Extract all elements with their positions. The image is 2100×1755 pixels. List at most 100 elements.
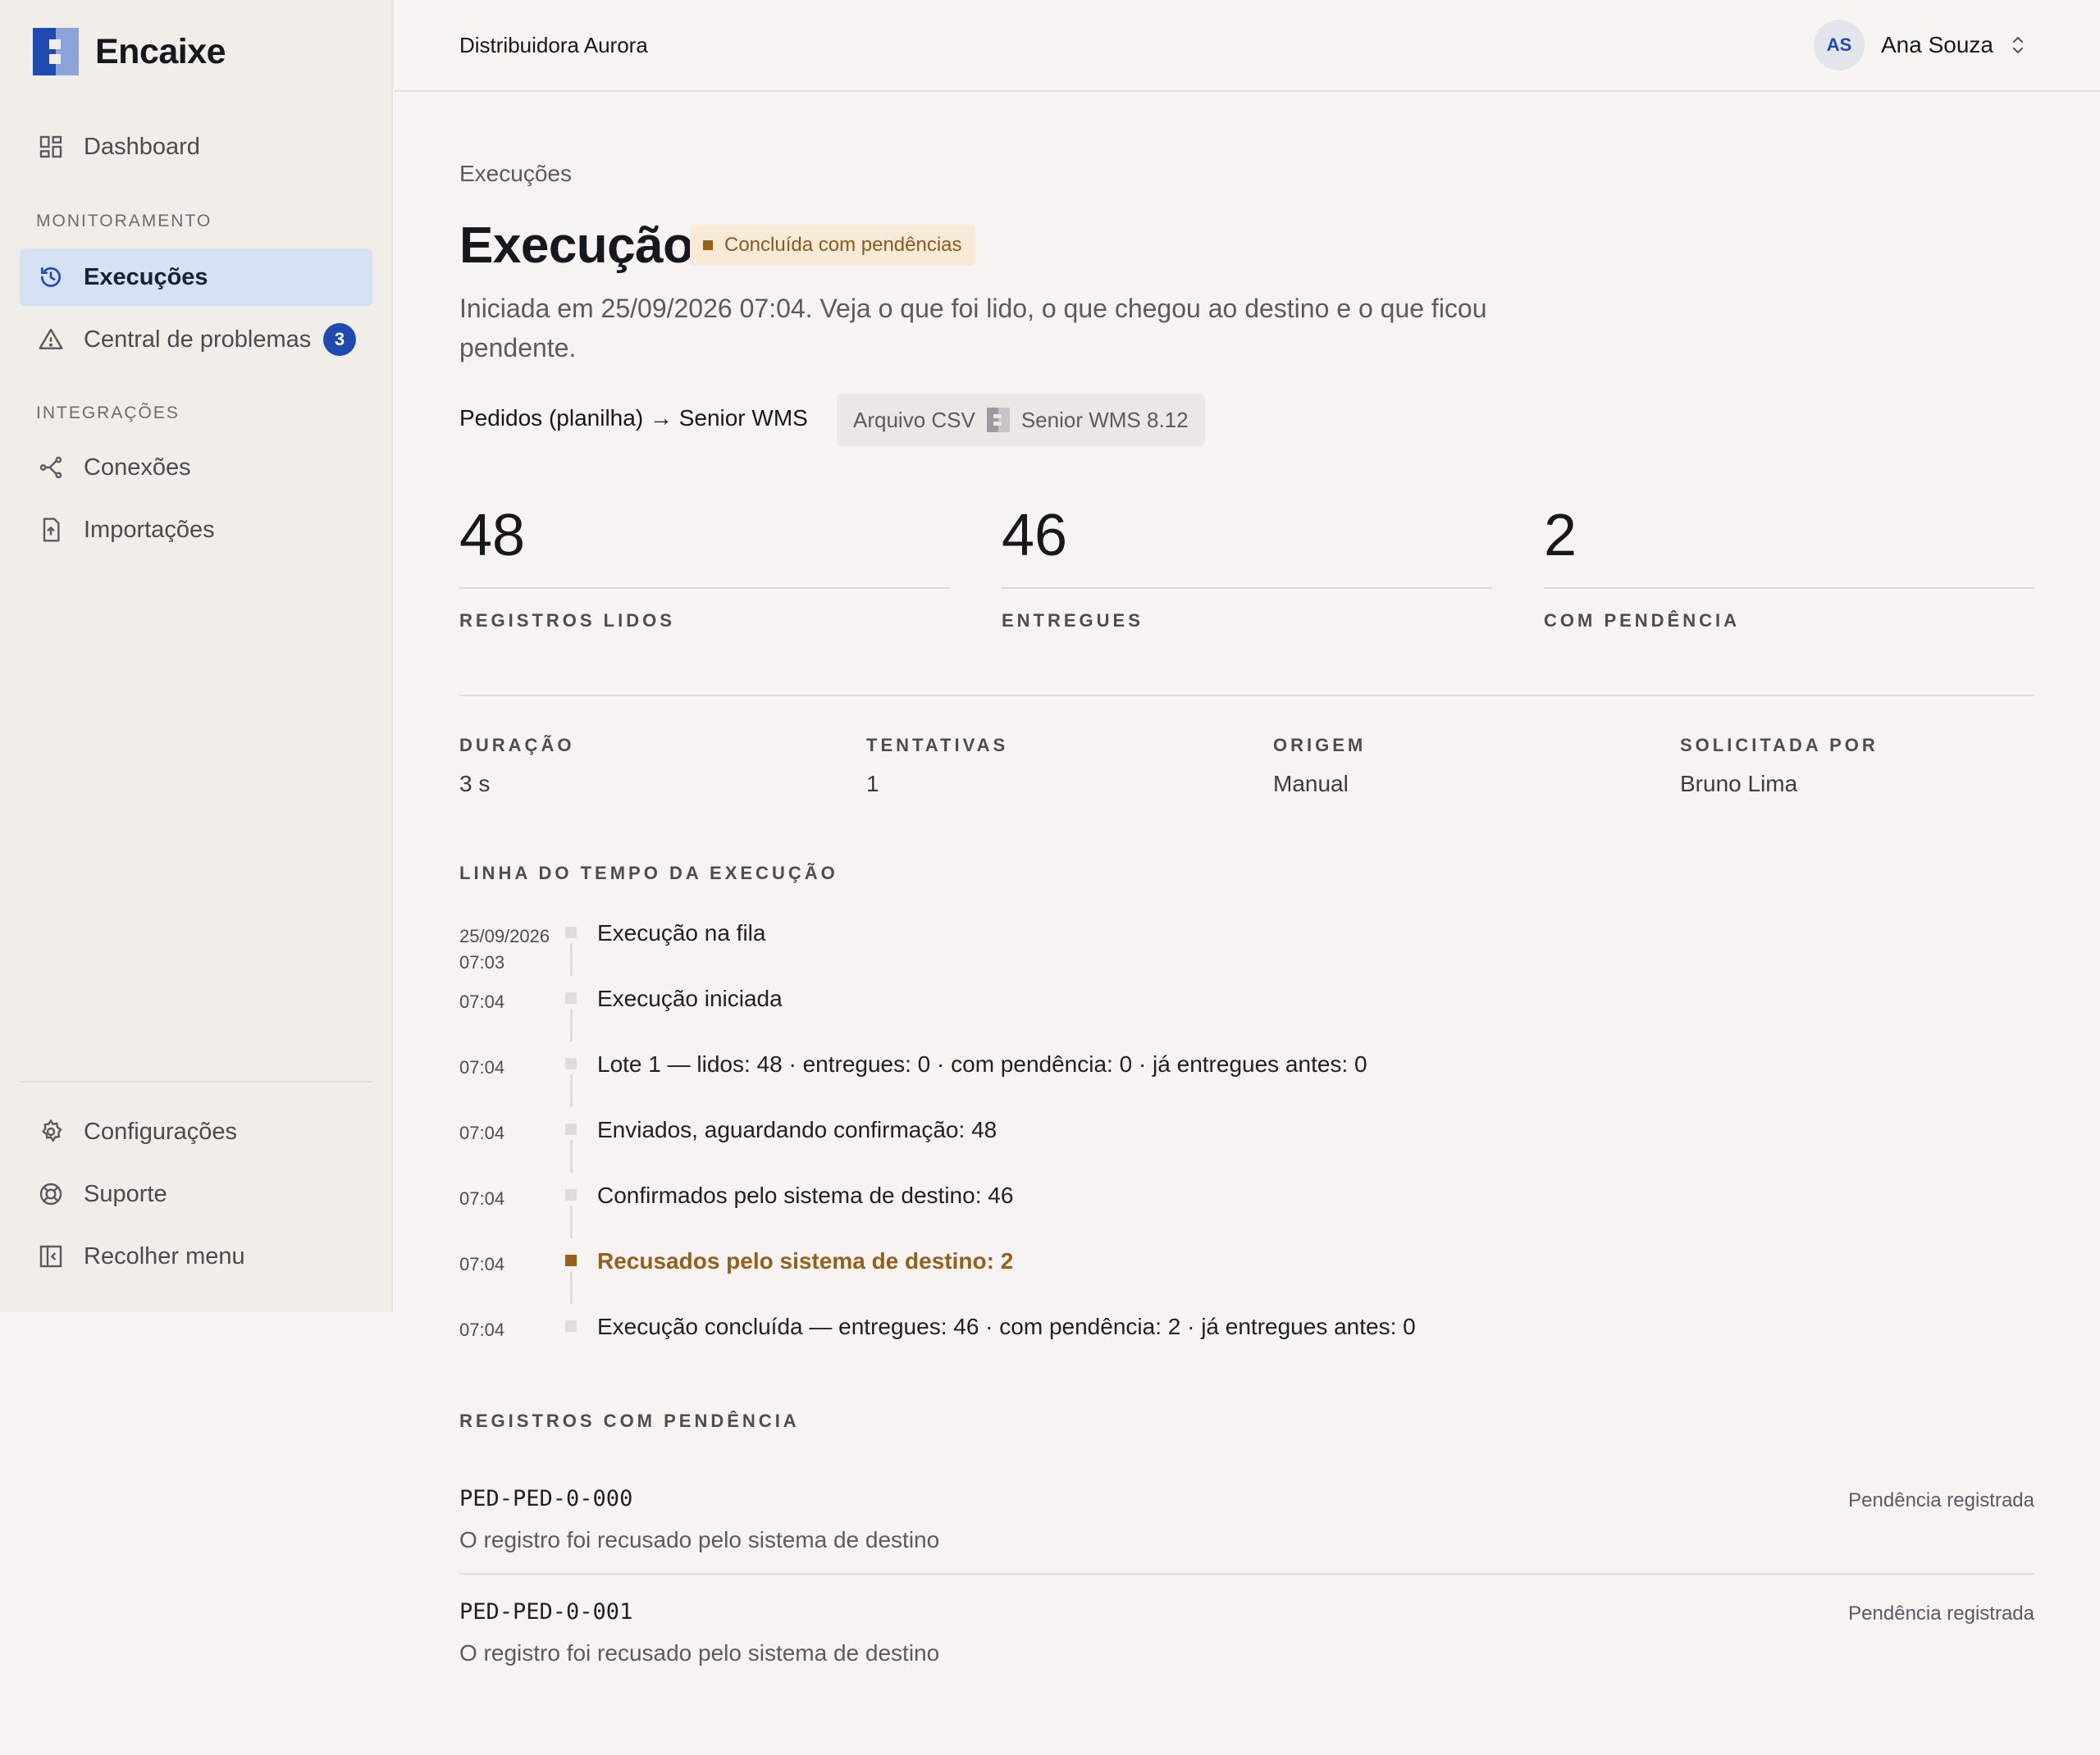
timeline-marker: [565, 927, 577, 938]
sidebar-item-problems[interactable]: Central de problemas 3: [20, 311, 372, 368]
page-title: Execução: [459, 217, 694, 274]
history-icon: [36, 262, 66, 292]
sidebar-item-label: Configurações: [84, 1118, 237, 1145]
timeline-text: Execução concluída — entregues: 46 · com…: [597, 1314, 1416, 1339]
timeline-event: 07:04 Lote 1 — lidos: 48 · entregues: 0 …: [459, 1050, 2018, 1115]
timeline-text: Lote 1 — lidos: 48 · entregues: 0 · com …: [597, 1051, 1367, 1077]
warning-icon: [36, 325, 66, 354]
record-status: Pendência registrada: [1848, 1489, 2034, 1511]
meta-value: Bruno Lima: [1680, 771, 1798, 796]
timeline-text: Recusados pelo sistema de destino: 2: [597, 1248, 1014, 1274]
status-square-icon: [703, 240, 713, 250]
sidebar-item-dashboard[interactable]: Dashboard: [20, 118, 372, 176]
timeline-marker: [565, 1320, 577, 1332]
meta-key: ORIGEM: [1273, 735, 1367, 755]
organization-name[interactable]: Distribuidora Aurora: [459, 33, 648, 58]
meta-key: DURAÇÃO: [459, 735, 575, 755]
metric-label: REGISTROS LIDOS: [459, 610, 675, 631]
sidebar-item-label: Importações: [84, 516, 215, 543]
timeline-time: 07:04: [459, 1057, 505, 1078]
metric-label: ENTREGUES: [1002, 610, 1144, 631]
meta-key: SOLICITADA POR: [1680, 735, 1879, 755]
timeline-connector: [570, 1140, 573, 1173]
timeline-text: Execução na fila: [597, 920, 766, 946]
timeline-event: 07:04 Confirmados pelo sistema de destin…: [459, 1181, 2018, 1247]
metric-value: 48: [459, 503, 526, 568]
timeline-event: 07:04 Execução iniciada: [459, 984, 2018, 1050]
timeline-marker: [565, 1058, 577, 1069]
record-id: PED-PED-0-000: [459, 1486, 633, 1511]
sidebar-section-monitoring: MONITORAMENTO: [36, 212, 212, 230]
meta-value: 3 s: [459, 771, 491, 796]
record-description: O registro foi recusado pelo sistema de …: [459, 1527, 940, 1552]
meta-value: 1: [866, 771, 879, 796]
pending-title: REGISTROS COM PENDÊNCIA: [459, 1411, 800, 1431]
metric-rule: [1544, 587, 2034, 589]
metric-read: 48 REGISTROS LIDOS: [459, 502, 950, 631]
timeline-time: 07:04: [459, 1254, 505, 1274]
sidebar-item-label: Central de problemas: [84, 326, 312, 353]
timeline-title: LINHA DO TEMPO DA EXECUÇÃO: [459, 863, 838, 883]
chevron-up-down-icon: [2012, 36, 2024, 54]
timeline-text: Confirmados pelo sistema de destino: 46: [597, 1183, 1014, 1208]
status-label: Concluída com pendências: [724, 234, 962, 256]
timeline-event: 25/09/2026 07:03 Execução na fila: [459, 919, 2018, 984]
metric-delivered: 46 ENTREGUES: [1002, 502, 1492, 631]
collapse-sidebar-icon: [36, 1242, 66, 1271]
app-logo[interactable]: Encaixe: [33, 28, 226, 75]
file-upload-icon: [36, 515, 66, 545]
timeline-marker: [565, 1124, 577, 1135]
user-name: Ana Souza: [1881, 32, 1993, 57]
timeline-marker: [565, 1189, 577, 1201]
sidebar-item-connections[interactable]: Conexões: [20, 439, 372, 496]
pending-record[interactable]: PED-PED-0-001 O registro foi recusado pe…: [459, 1599, 2034, 1712]
record-status: Pendência registrada: [1848, 1602, 2034, 1625]
sidebar: Encaixe Dashboard MONITORAMENTO Execuçõe…: [0, 0, 393, 1312]
breadcrumb[interactable]: Execuções: [459, 161, 572, 187]
integration-flow: Pedidos (planilha) → Senior WMS: [459, 405, 808, 431]
timeline-time: 07:04: [459, 1123, 505, 1143]
sidebar-item-collapse[interactable]: Recolher menu: [20, 1228, 372, 1285]
timeline-text: Enviados, aguardando confirmação: 48: [597, 1117, 998, 1142]
flow-source: Arquivo CSV: [853, 407, 975, 432]
timeline-text: Execução iniciada: [597, 986, 783, 1011]
timeline-event: 07:04 Enviados, aguardando confirmação: …: [459, 1115, 2018, 1181]
metric-rule: [1002, 587, 1492, 589]
timeline-connector: [570, 1009, 573, 1042]
user-menu[interactable]: AS Ana Souza: [1814, 20, 2026, 71]
timeline-time: 25/09/2026 07:03: [459, 926, 550, 973]
metric-value: 46: [1002, 503, 1068, 568]
avatar: AS: [1814, 20, 1865, 71]
timeline-event-warning: 07:04 Recusados pelo sistema de destino:…: [459, 1247, 2018, 1312]
meta-value: Manual: [1273, 771, 1349, 796]
timeline-marker: [565, 1255, 577, 1266]
metric-value: 2: [1544, 503, 1577, 568]
sidebar-item-label: Dashboard: [84, 133, 200, 160]
meta-requested-by: SOLICITADA POR Bruno Lima: [1680, 735, 1879, 797]
sidebar-item-label: Suporte: [84, 1180, 167, 1207]
sidebar-item-support[interactable]: Suporte: [20, 1165, 372, 1223]
timeline-time: 07:04: [459, 1320, 505, 1340]
record-id: PED-PED-0-001: [459, 1599, 633, 1625]
metric-label: COM PENDÊNCIA: [1544, 610, 1741, 631]
timeline-time: 07:04: [459, 991, 505, 1012]
integration-endpoints-tag: Arquivo CSV Senior WMS 8.12: [837, 394, 1205, 446]
sidebar-item-executions[interactable]: Execuções: [20, 248, 372, 306]
metric-pending: 2 COM PENDÊNCIA: [1544, 502, 2034, 631]
timeline-connector: [570, 1271, 573, 1304]
meta-origin: ORIGEM Manual: [1273, 735, 1366, 797]
timeline-connector: [570, 1074, 573, 1107]
pending-record[interactable]: PED-PED-0-000 O registro foi recusado pe…: [459, 1486, 2034, 1599]
meta-attempts: TENTATIVAS 1: [866, 735, 1008, 797]
app-name: Encaixe: [95, 31, 226, 71]
timeline-time: 07:04: [459, 1188, 505, 1209]
timeline-connector: [570, 1206, 573, 1238]
encaixe-logo-icon: [33, 28, 79, 75]
status-badge: Concluída com pendências: [690, 225, 975, 266]
record-description: O registro foi recusado pelo sistema de …: [459, 1640, 940, 1666]
connections-icon: [36, 453, 66, 482]
sidebar-divider: [20, 1081, 372, 1083]
metric-rule: [459, 587, 950, 589]
sidebar-item-imports[interactable]: Importações: [20, 501, 372, 558]
sidebar-item-settings[interactable]: Configurações: [20, 1103, 372, 1160]
